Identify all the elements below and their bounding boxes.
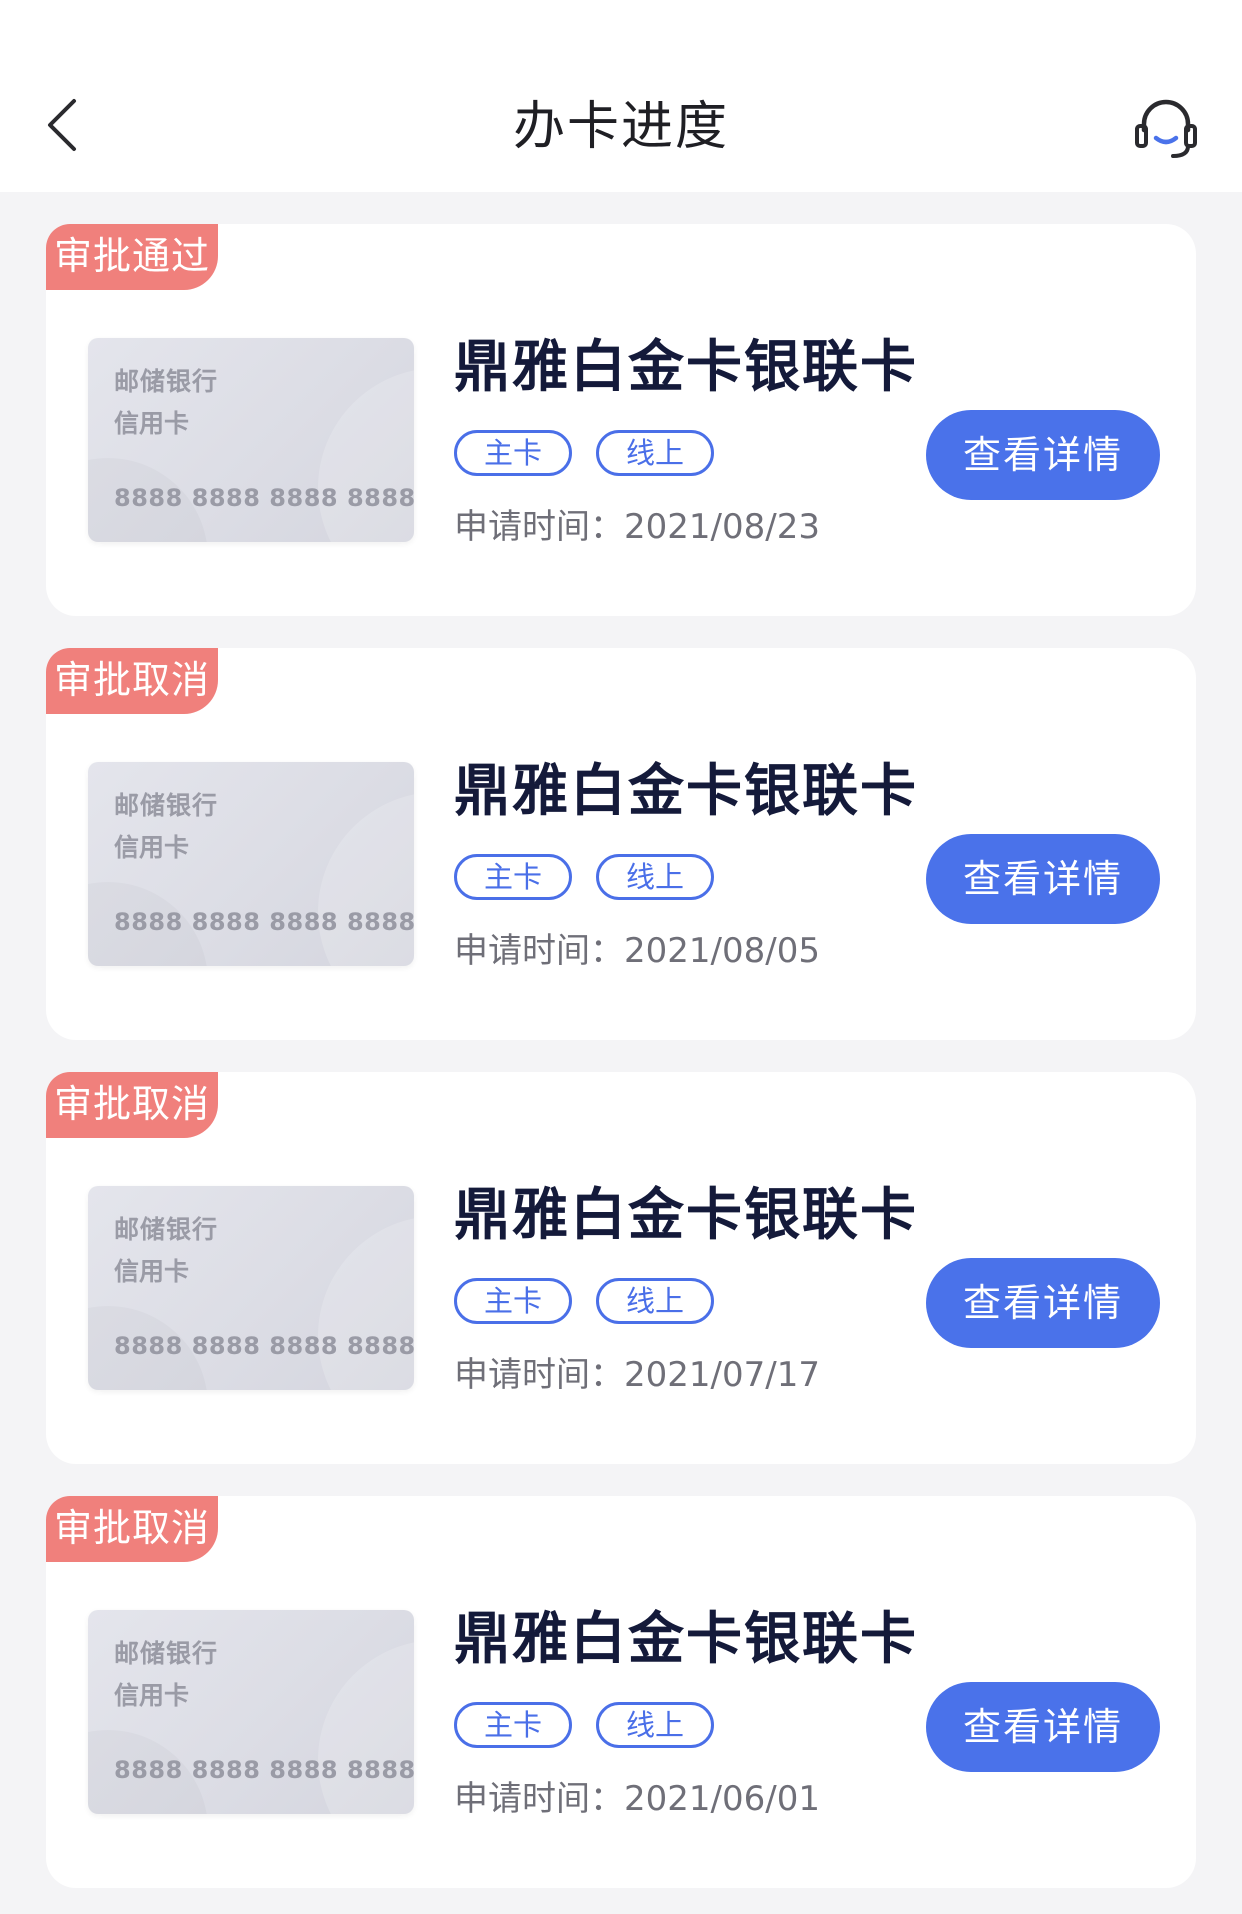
card-image: 邮储银行 信用卡 8888 8888 8888 8888 [88, 338, 414, 542]
card-image-number: 8888 8888 8888 8888 [114, 1756, 414, 1784]
tag-main-card: 主卡 [454, 1702, 572, 1748]
card-image-bank: 邮储银行 [114, 1639, 219, 1668]
application-card: 审批通过 邮储银行 信用卡 8888 8888 8888 8888 鼎雅白金卡银… [46, 224, 1196, 616]
tag-online: 线上 [596, 854, 714, 900]
apply-time: 申请时间：2021/08/23 [454, 507, 820, 547]
page-title: 办卡进度 [512, 97, 729, 157]
card-image: 邮储银行 信用卡 8888 8888 8888 8888 [88, 1610, 414, 1814]
card-name: 鼎雅白金卡银联卡 [454, 759, 918, 824]
apply-time: 申请时间：2021/08/05 [454, 931, 820, 971]
status-badge: 审批通过 [46, 224, 218, 290]
card-image-number: 8888 8888 8888 8888 [114, 1332, 414, 1360]
tag-main-card: 主卡 [454, 1278, 572, 1324]
apply-time: 申请时间：2021/06/01 [454, 1779, 820, 1819]
status-badge: 审批取消 [46, 648, 218, 714]
card-image-bank: 邮储银行 [114, 367, 219, 396]
view-details-button[interactable]: 查看详情 [926, 410, 1160, 500]
card-image-type: 信用卡 [114, 409, 190, 438]
tag-main-card: 主卡 [454, 854, 572, 900]
apply-time: 申请时间：2021/07/17 [454, 1355, 820, 1395]
tag-online: 线上 [596, 1702, 714, 1748]
card-image-bank: 邮储银行 [114, 1215, 219, 1244]
tag-online: 线上 [596, 430, 714, 476]
view-details-button[interactable]: 查看详情 [926, 834, 1160, 924]
card-image: 邮储银行 信用卡 8888 8888 8888 8888 [88, 1186, 414, 1390]
application-card: 审批取消 邮储银行 信用卡 8888 8888 8888 8888 鼎雅白金卡银… [46, 1496, 1196, 1888]
card-image: 邮储银行 信用卡 8888 8888 8888 8888 [88, 762, 414, 966]
card-name: 鼎雅白金卡银联卡 [454, 1607, 918, 1672]
application-card: 审批取消 邮储银行 信用卡 8888 8888 8888 8888 鼎雅白金卡银… [46, 1072, 1196, 1464]
card-image-number: 8888 8888 8888 8888 [114, 908, 414, 936]
card-image-bank: 邮储银行 [114, 791, 219, 820]
customer-service-button[interactable] [1128, 92, 1204, 164]
application-card: 审批取消 邮储银行 信用卡 8888 8888 8888 8888 鼎雅白金卡银… [46, 648, 1196, 1040]
status-badge: 审批取消 [46, 1072, 218, 1138]
view-details-button[interactable]: 查看详情 [926, 1258, 1160, 1348]
view-details-button[interactable]: 查看详情 [926, 1682, 1160, 1772]
headset-icon [1135, 99, 1197, 158]
card-image-type: 信用卡 [114, 1257, 190, 1286]
nav-header: 办卡进度 [0, 0, 1242, 192]
status-badge: 审批取消 [46, 1496, 218, 1562]
card-image-type: 信用卡 [114, 1681, 190, 1710]
tag-main-card: 主卡 [454, 430, 572, 476]
card-image-number: 8888 8888 8888 8888 [114, 484, 414, 512]
card-name: 鼎雅白金卡银联卡 [454, 335, 918, 400]
tag-online: 线上 [596, 1278, 714, 1324]
card-image-type: 信用卡 [114, 833, 190, 862]
card-name: 鼎雅白金卡银联卡 [454, 1183, 918, 1248]
